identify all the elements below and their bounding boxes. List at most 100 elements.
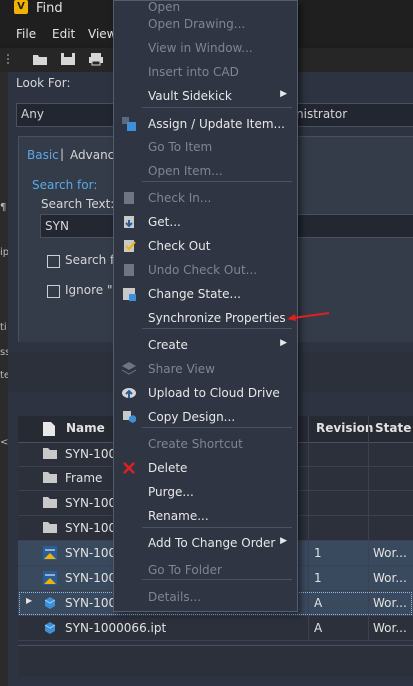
- annotation-arrow: [287, 312, 330, 321]
- menu-file[interactable]: File: [16, 27, 36, 41]
- location-text: nistrator: [296, 107, 348, 121]
- row-state: Wor...: [373, 621, 407, 635]
- delete-icon: [121, 460, 137, 476]
- print-icon[interactable]: [88, 52, 104, 66]
- menu-separator: [142, 427, 292, 428]
- menu-item-label: Add To Change Order: [148, 536, 276, 550]
- menu-item-create[interactable]: Create ▶: [114, 333, 297, 357]
- undo-check-out-icon: [121, 262, 137, 278]
- menu-separator: [142, 181, 292, 182]
- menu-item-get[interactable]: Get...: [114, 210, 297, 234]
- row-revision: 1: [314, 571, 322, 585]
- menu-item-purge[interactable]: Purge...: [114, 480, 297, 504]
- menu-edit[interactable]: Edit: [52, 27, 75, 41]
- menu-item-check-out[interactable]: Check Out: [114, 234, 297, 258]
- menu-item-label: Open Drawing...: [148, 17, 246, 31]
- menu-item-vault-sidekick[interactable]: Vault Sidekick ▶: [114, 84, 297, 108]
- menu-item-copy-design[interactable]: Copy Design...: [114, 405, 297, 429]
- look-for-label: Look For:: [16, 76, 71, 90]
- check-out-icon: [121, 238, 137, 254]
- left-strip-text: ti: [0, 322, 7, 333]
- menu-item-check-in: Check In...: [114, 186, 297, 210]
- menu-item-assign-update-item[interactable]: Assign / Update Item...: [114, 112, 297, 136]
- window-title: Find: [36, 1, 63, 16]
- menu-item-label: Purge...: [148, 485, 194, 499]
- row-state: Wor...: [373, 546, 407, 560]
- menu-item-delete[interactable]: Delete: [114, 456, 297, 480]
- row-revision: 1: [314, 546, 322, 560]
- menu-item-label: Vault Sidekick: [148, 89, 232, 103]
- context-menu: Open Open Drawing... View in Window... Inse…: [113, 0, 298, 612]
- copy-design-icon: [121, 409, 137, 425]
- menu-item-label: View in Window...: [148, 41, 253, 55]
- menu-item-insert-into-cad: Insert into CAD: [114, 60, 297, 84]
- row-state: Wor...: [373, 596, 407, 610]
- grid-footer: [18, 645, 413, 676]
- file-column-icon: [42, 421, 56, 437]
- menu-item-label: Get...: [148, 215, 181, 229]
- left-strip-text: te: [0, 370, 11, 381]
- menu-separator: [142, 107, 292, 108]
- row-name: Frame: [65, 471, 103, 485]
- left-panel-strip: ¶ ip ti ss te <: [0, 72, 11, 686]
- menu-item-label: Go To Item: [148, 140, 213, 154]
- left-strip-text: ip: [0, 247, 10, 258]
- menu-item-change-state[interactable]: Change State...: [114, 282, 297, 306]
- left-strip-text: ¶: [0, 202, 7, 213]
- menu-item-undo-check-out: Undo Check Out...: [114, 258, 297, 282]
- vault-app-icon: V: [14, 0, 28, 14]
- menu-item-label: Share View: [148, 362, 215, 376]
- open-folder-icon[interactable]: [32, 52, 48, 66]
- menu-item-add-to-change-order[interactable]: Add To Change Order ▶: [114, 531, 297, 555]
- table-row[interactable]: SYN-1000066.ipt A Wor...: [18, 616, 413, 641]
- menu-item-view-in-window: View in Window...: [114, 36, 297, 60]
- menu-item-label: Insert into CAD: [148, 65, 239, 79]
- row-name: SYN-1000066.ipt: [65, 621, 167, 635]
- column-name[interactable]: Name: [66, 421, 105, 435]
- folder-icon: [42, 470, 58, 487]
- cloud-upload-icon: [121, 385, 137, 401]
- check-in-icon: [121, 190, 137, 206]
- menu-item-label: Create Shortcut: [148, 437, 243, 451]
- menu-item-go-to-item: Go To Item: [114, 135, 297, 159]
- menu-item-label: Delete: [148, 461, 188, 475]
- submenu-arrow-icon: ▶: [280, 536, 287, 546]
- menu-item-label: Create: [148, 338, 188, 352]
- menu-item-label: Assign / Update Item...: [148, 117, 285, 131]
- look-for-value: Any: [21, 107, 44, 121]
- part-icon: [42, 595, 58, 614]
- menu-item-details: Details...: [114, 585, 297, 609]
- get-icon: [121, 214, 137, 230]
- menu-separator: [142, 579, 292, 580]
- menu-item-label: Go To Folder: [148, 563, 222, 577]
- column-state[interactable]: State: [375, 421, 411, 435]
- left-strip-text: <: [0, 437, 9, 448]
- drawing-icon: [42, 545, 58, 564]
- folder-icon: [42, 495, 58, 512]
- menu-item-create-shortcut: Create Shortcut: [114, 432, 297, 456]
- menu-item-label: Check In...: [148, 191, 212, 205]
- folder-icon: [42, 520, 58, 537]
- menu-separator: [142, 328, 292, 329]
- column-revision[interactable]: Revision: [316, 421, 373, 435]
- menu-item-label: Check Out: [148, 239, 211, 253]
- search-text-value: SYN: [45, 219, 69, 233]
- menu-item-upload-to-cloud-drive[interactable]: Upload to Cloud Drive: [114, 381, 297, 405]
- search-for-header: Search for:: [32, 178, 98, 192]
- search-text-label: Search Text:: [41, 197, 115, 211]
- save-icon[interactable]: [60, 52, 76, 66]
- menu-item-label: Undo Check Out...: [148, 263, 258, 277]
- menu-item-rename[interactable]: Rename...: [114, 504, 297, 528]
- tab-basic[interactable]: Basic: [27, 148, 59, 162]
- ignore-case-checkbox[interactable]: [47, 285, 60, 298]
- menu-item-synchronize-properties[interactable]: Synchronize Properties: [114, 306, 297, 330]
- menu-item-label: Details...: [148, 590, 202, 604]
- search-files-checkbox[interactable]: [47, 255, 60, 268]
- left-strip-text: ss: [0, 347, 11, 358]
- row-revision: A: [314, 596, 323, 610]
- change-state-icon: [121, 286, 137, 302]
- menu-item-label: Synchronize Properties: [148, 311, 286, 325]
- drawing-icon: [42, 570, 58, 589]
- menu-item-label: Copy Design...: [148, 410, 236, 424]
- menu-item-label: Change State...: [148, 287, 241, 301]
